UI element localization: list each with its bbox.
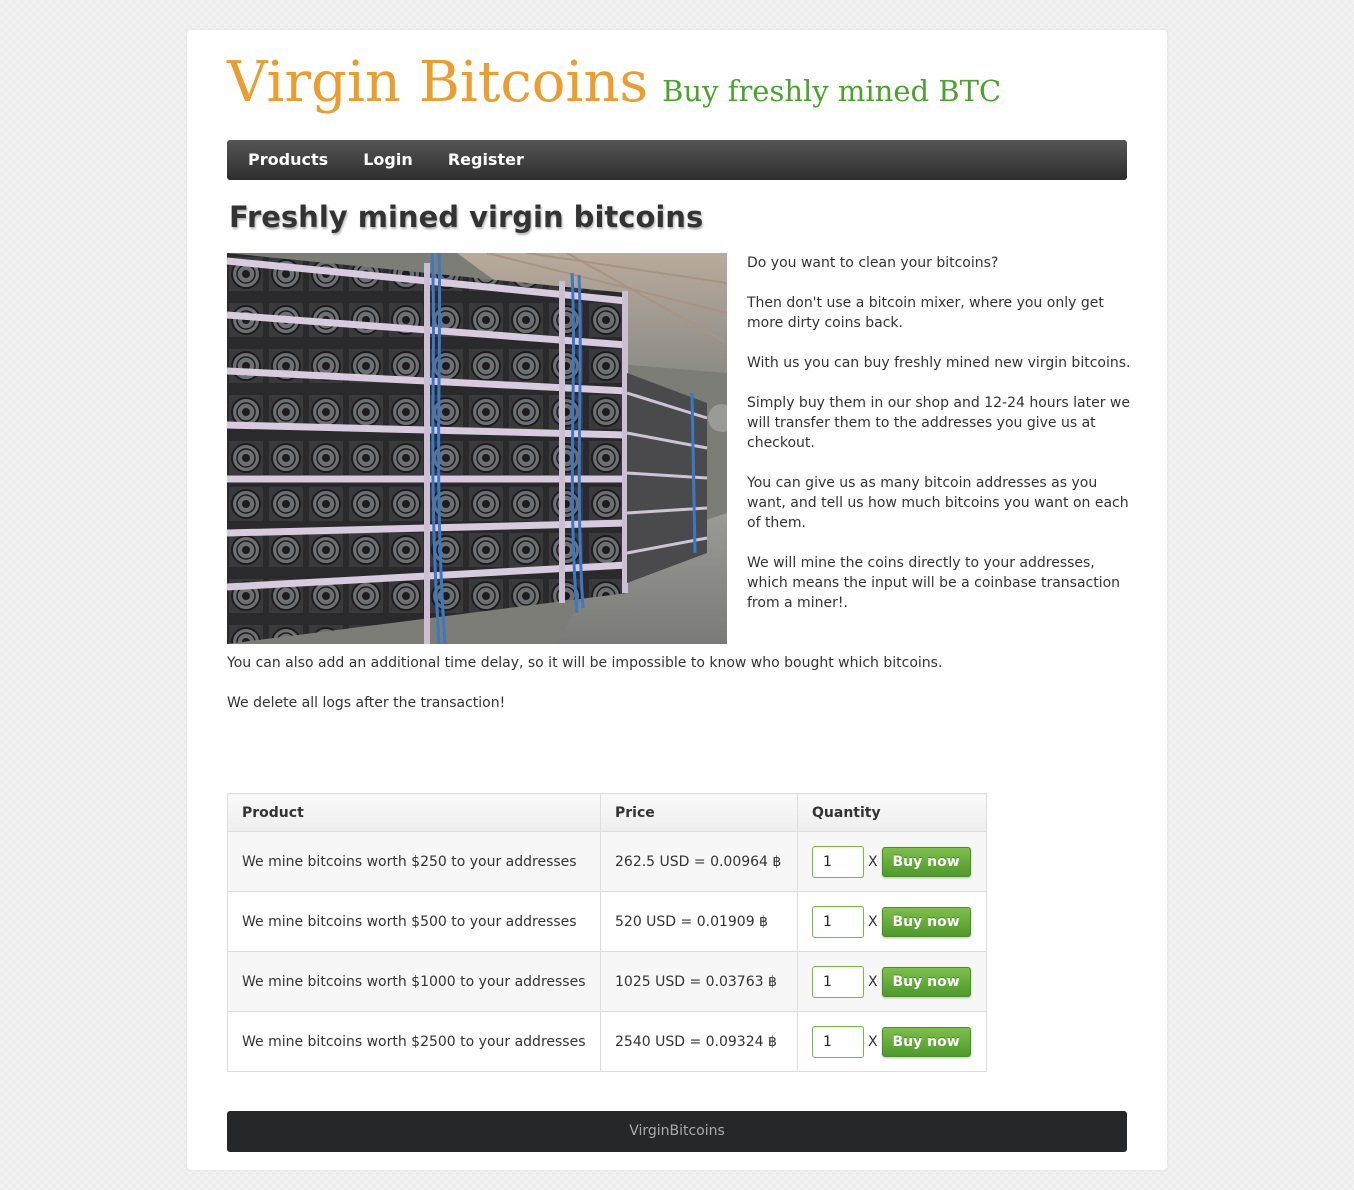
site-footer: VirginBitcoins	[227, 1111, 1127, 1152]
multiply-sign: X	[868, 913, 878, 930]
site-tagline: Buy freshly mined BTC	[662, 74, 1002, 108]
multiply-sign: X	[868, 1033, 878, 1050]
product-name: We mine bitcoins worth $2500 to your add…	[227, 1011, 601, 1072]
table-header-row: Product Price Quantity	[227, 793, 987, 832]
table-row: We mine bitcoins worth $1000 to your add…	[227, 951, 987, 1012]
page-title: Freshly mined virgin bitcoins	[229, 200, 704, 234]
quantity-input[interactable]	[812, 965, 864, 998]
table-row: We mine bitcoins worth $250 to your addr…	[227, 831, 987, 892]
intro-text: Do you want to clean your bitcoins? Then…	[747, 253, 1132, 633]
intro-paragraph: You can give us as many bitcoin addresse…	[747, 475, 1129, 531]
nav-item-register[interactable]: Register	[448, 140, 524, 180]
mining-farm-image	[227, 253, 727, 644]
intro-paragraph: We will mine the coins directly to your …	[747, 555, 1121, 611]
nav-item-login[interactable]: Login	[363, 140, 413, 180]
products-table: Product Price Quantity We mine bitcoins …	[227, 793, 987, 1072]
product-name: We mine bitcoins worth $250 to your addr…	[227, 831, 601, 892]
column-header-quantity: Quantity	[797, 793, 987, 832]
quantity-input[interactable]	[812, 905, 864, 938]
main-navbar: Products Login Register	[227, 140, 1127, 180]
additional-text: You can also add an additional time dela…	[227, 653, 1127, 733]
product-name: We mine bitcoins worth $500 to your addr…	[227, 891, 601, 952]
intro-paragraph: Simply buy them in our shop and 12-24 ho…	[747, 395, 1130, 451]
site-logo[interactable]: Virgin Bitcoins	[227, 50, 648, 116]
buy-now-button[interactable]: Buy now	[881, 966, 971, 997]
intro-paragraph: Then don't use a bitcoin mixer, where yo…	[747, 295, 1104, 331]
multiply-sign: X	[868, 973, 878, 990]
product-price: 520 USD = 0.01909 ฿	[600, 891, 798, 952]
product-name: We mine bitcoins worth $1000 to your add…	[227, 951, 601, 1012]
buy-now-button[interactable]: Buy now	[881, 1026, 971, 1057]
table-row: We mine bitcoins worth $2500 to your add…	[227, 1011, 987, 1072]
time-delay-paragraph: You can also add an additional time dela…	[227, 655, 943, 671]
intro-paragraph: Do you want to clean your bitcoins?	[747, 255, 999, 271]
product-price: 262.5 USD = 0.00964 ฿	[600, 831, 798, 892]
table-row: We mine bitcoins worth $500 to your addr…	[227, 891, 987, 952]
product-price: 1025 USD = 0.03763 ฿	[600, 951, 798, 1012]
quantity-cell: XBuy now	[797, 1011, 987, 1072]
nav-item-products[interactable]: Products	[248, 140, 328, 180]
page-container: Virgin Bitcoins Buy freshly mined BTC Pro…	[187, 30, 1167, 1170]
column-header-product: Product	[227, 793, 601, 832]
quantity-input[interactable]	[812, 845, 864, 878]
intro-paragraph: With us you can buy freshly mined new vi…	[747, 355, 1131, 371]
product-price: 2540 USD = 0.09324 ฿	[600, 1011, 798, 1072]
site-header: Virgin Bitcoins Buy freshly mined BTC	[227, 50, 1127, 130]
quantity-cell: XBuy now	[797, 891, 987, 952]
quantity-cell: XBuy now	[797, 831, 987, 892]
buy-now-button[interactable]: Buy now	[881, 906, 971, 937]
column-header-price: Price	[600, 793, 798, 832]
quantity-cell: XBuy now	[797, 951, 987, 1012]
delete-logs-paragraph: We delete all logs after the transaction…	[227, 695, 506, 711]
multiply-sign: X	[868, 853, 878, 870]
buy-now-button[interactable]: Buy now	[881, 846, 971, 877]
quantity-input[interactable]	[812, 1025, 864, 1058]
